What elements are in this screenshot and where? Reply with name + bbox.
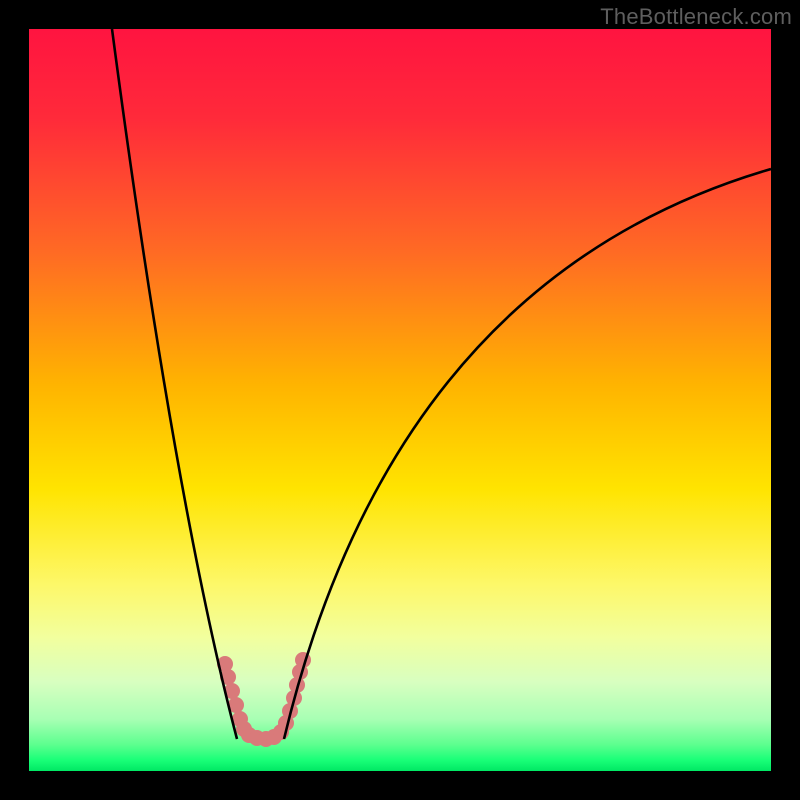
- chart-frame: [29, 29, 771, 771]
- watermark-text: TheBottleneck.com: [600, 4, 792, 30]
- gradient-background: [29, 29, 771, 771]
- bottleneck-chart: [29, 29, 771, 771]
